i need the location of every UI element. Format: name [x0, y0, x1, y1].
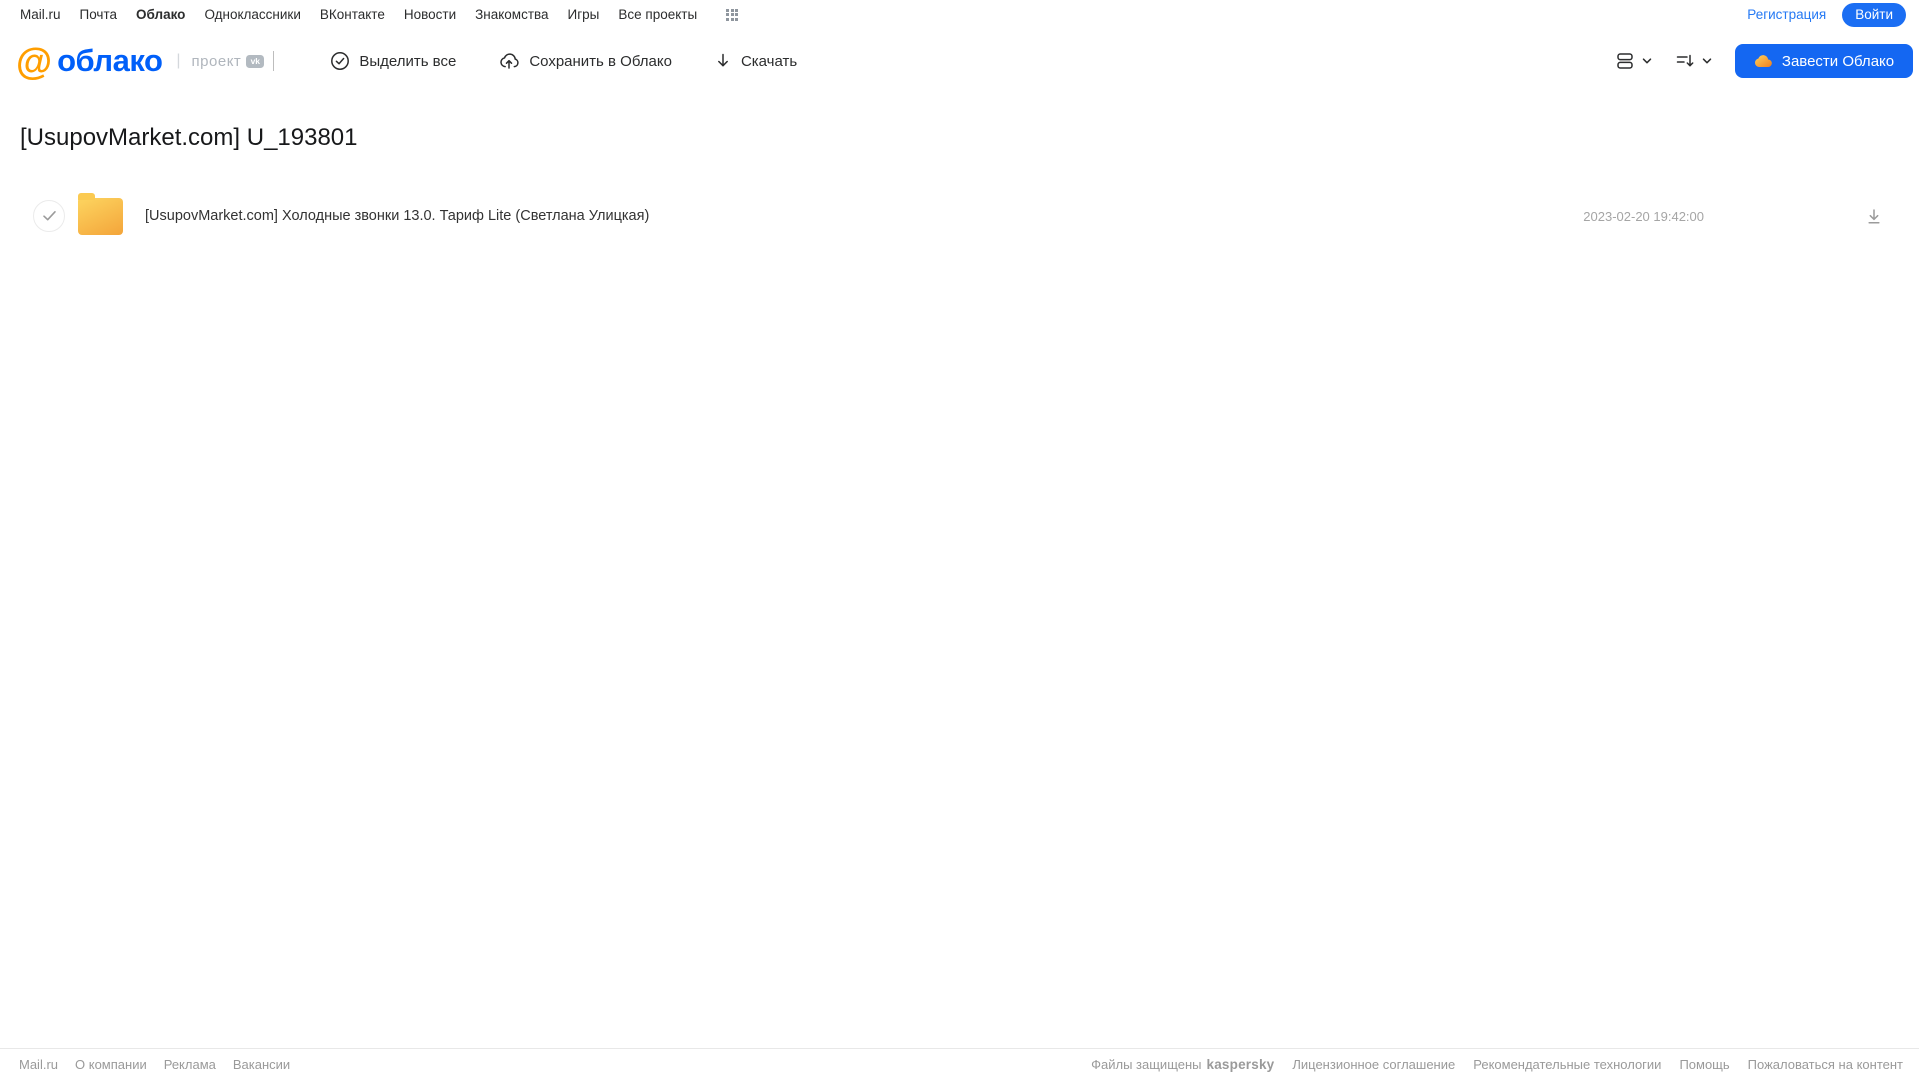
save-to-cloud-button[interactable]: Сохранить в Облако — [498, 51, 672, 71]
select-all-button[interactable]: Выделить все — [330, 51, 456, 71]
get-cloud-label: Завести Облако — [1781, 52, 1895, 70]
kaspersky-logo[interactable]: kaspersky — [1207, 1057, 1275, 1072]
header-right-controls: Завести Облако — [1611, 44, 1913, 78]
sort-control[interactable] — [1671, 46, 1717, 76]
footer-link-license[interactable]: Лицензионное соглашение — [1292, 1057, 1455, 1072]
folder-icon[interactable] — [78, 192, 123, 235]
row-download-button[interactable] — [1864, 206, 1884, 226]
portal-nav-right: Регистрация Войти — [1747, 2, 1906, 27]
header: @ облако | проект vk Выделить все Сохран… — [0, 29, 1919, 93]
chevron-down-icon — [1702, 58, 1712, 64]
registration-link[interactable]: Регистрация — [1747, 7, 1826, 22]
get-cloud-button[interactable]: Завести Облако — [1735, 44, 1913, 78]
download-tray-icon — [1868, 208, 1880, 224]
file-row[interactable]: [UsupovMarket.com] Холодные звонки 13.0.… — [0, 190, 1919, 242]
cloud-public-page: Mail.ru Почта Облако Одноклассники ВКонт… — [0, 0, 1919, 1079]
footer-link-vacancies[interactable]: Вакансии — [233, 1057, 290, 1072]
nav-item-igry[interactable]: Игры — [568, 7, 600, 22]
download-button[interactable]: Скачать — [714, 51, 797, 71]
nav-item-oblako[interactable]: Облако — [136, 7, 185, 22]
cloud-upload-icon — [500, 53, 519, 69]
logo-separator: | — [176, 52, 181, 69]
footer-link-ads[interactable]: Реклама — [164, 1057, 216, 1072]
footer: Mail.ru О компании Реклама Вакансии Файл… — [0, 1048, 1919, 1079]
footer-link-help[interactable]: Помощь — [1679, 1057, 1729, 1072]
footer-link-report[interactable]: Пожаловаться на контент — [1748, 1057, 1903, 1072]
nav-item-novosti[interactable]: Новости — [404, 7, 456, 22]
nav-item-all-projects[interactable]: Все проекты — [618, 7, 697, 22]
orange-cloud-icon — [1754, 55, 1772, 67]
check-circle-icon — [331, 52, 350, 70]
toolbar: Выделить все Сохранить в Облако Скачать — [330, 51, 797, 71]
nav-item-znakomstva[interactable]: Знакомства — [475, 7, 548, 22]
portal-nav: Mail.ru Почта Облако Одноклассники ВКонт… — [0, 0, 1919, 29]
file-name[interactable]: [UsupovMarket.com] Холодные звонки 13.0.… — [145, 208, 1583, 224]
save-to-cloud-label: Сохранить в Облако — [529, 52, 672, 70]
download-label: Скачать — [740, 52, 798, 70]
checkmark-icon — [42, 211, 56, 221]
logo-at-icon: @ — [16, 40, 52, 82]
arrow-down-icon — [717, 53, 728, 67]
footer-link-company[interactable]: О компании — [75, 1057, 147, 1072]
nav-item-pochta[interactable]: Почта — [80, 7, 118, 22]
row-checkbox[interactable] — [33, 200, 65, 232]
footer-link-recommendations[interactable]: Рекомендательные технологии — [1473, 1057, 1661, 1072]
sort-icon — [1676, 54, 1694, 67]
logo-wordmark: облако — [57, 43, 163, 78]
footer-right-links: Файлы защищены kaspersky Лицензионное со… — [1091, 1057, 1903, 1072]
kaspersky-protection: Файлы защищены kaspersky — [1091, 1057, 1274, 1072]
apps-grid-icon[interactable] — [726, 8, 739, 21]
login-button[interactable]: Войти — [1842, 2, 1906, 27]
nav-item-odnoklassniki[interactable]: Одноклассники — [204, 7, 300, 22]
vk-project-label: | проект vk — [176, 52, 265, 70]
cloud-logo[interactable]: @ облако — [16, 40, 163, 82]
chevron-down-icon — [1642, 58, 1652, 64]
nav-item-vkontakte[interactable]: ВКонтакте — [320, 7, 385, 22]
select-all-label: Выделить все — [359, 52, 457, 70]
view-mode-control[interactable] — [1611, 46, 1657, 76]
footer-left-links: Mail.ru О компании Реклама Вакансии — [19, 1057, 290, 1072]
protected-by-label: Файлы защищены — [1091, 1056, 1202, 1072]
portal-nav-links: Mail.ru Почта Облако Одноклассники ВКонт… — [20, 7, 739, 22]
footer-link-mailru[interactable]: Mail.ru — [19, 1057, 58, 1072]
vk-badge-icon: vk — [246, 54, 265, 68]
project-text: проект — [191, 52, 242, 70]
list-view-icon — [1617, 53, 1633, 69]
file-date: 2023-02-20 19:42:00 — [1583, 208, 1704, 224]
toolbar-divider — [273, 51, 275, 71]
page-title: [UsupovMarket.com] U_193801 — [20, 124, 358, 151]
nav-item-mailru[interactable]: Mail.ru — [20, 7, 61, 22]
